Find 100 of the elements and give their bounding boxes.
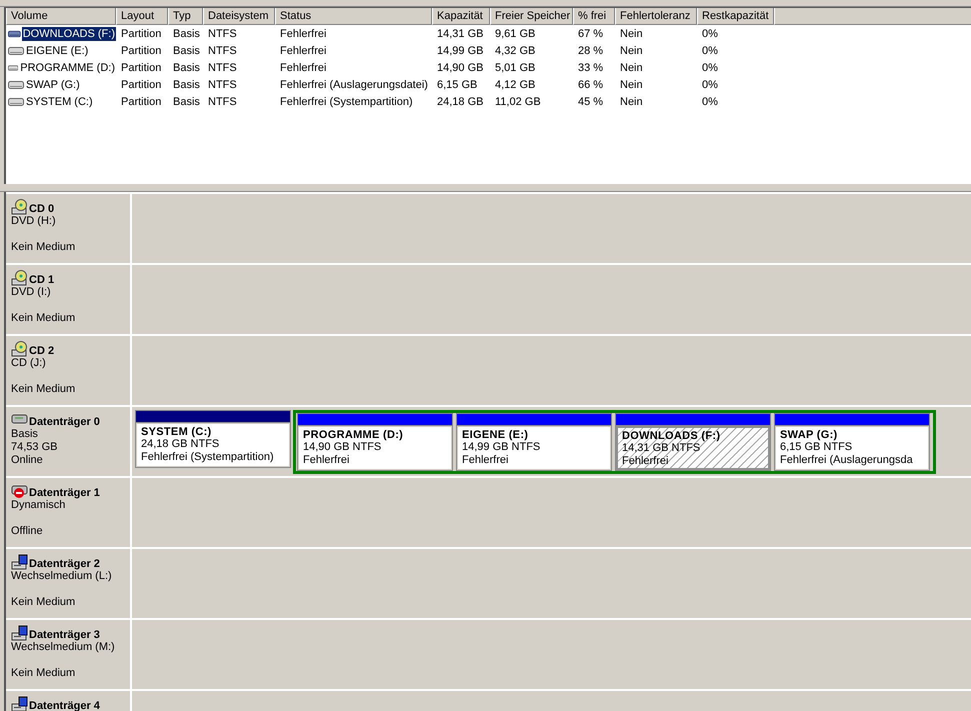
column-header[interactable]: Fehlertoleranz (615, 8, 697, 25)
table-cell-text: Basis (172, 28, 201, 40)
cd-drive-icon (11, 270, 29, 286)
disk-name: CD 2 (29, 345, 54, 357)
disk-name: Datenträger 1 (29, 487, 100, 499)
disk-name: CD 0 (29, 203, 54, 215)
table-cell-text: Partition (120, 96, 162, 108)
disk-name: Datenträger 4 (29, 700, 100, 711)
table-cell-text: Fehlerfrei (279, 44, 328, 56)
table-cell-text: 14,99 GB (436, 44, 484, 56)
column-header[interactable]: Status (275, 8, 432, 25)
partition-status: Fehlerfrei (Auslagerungsda (780, 454, 914, 467)
table-cell-text: 28 % (577, 44, 604, 56)
table-cell-text: Basis (172, 96, 201, 108)
disk-name: Datenträger 3 (29, 629, 100, 641)
disk-label-panel[interactable]: CD 2 CD (J:) Kein Medium (6, 336, 132, 405)
disk-status: Kein Medium (11, 312, 76, 325)
table-cell-text: Basis (172, 62, 201, 74)
partition-name: DOWNLOADS (F:) (622, 430, 722, 442)
table-cell-text: 45 % (577, 96, 604, 108)
volume-name[interactable]: SYSTEM (C:) (25, 94, 94, 108)
table-cell-text: 66 % (577, 78, 604, 90)
table-cell-text: NTFS (207, 96, 238, 108)
disk-info: CD (J:) (11, 357, 47, 370)
table-cell-text: Basis (172, 44, 201, 56)
table-cell-text: NTFS (207, 62, 238, 74)
disk-status: Kein Medium (11, 383, 76, 396)
disk-name: CD 1 (29, 274, 54, 286)
table-cell-text: Nein (619, 62, 644, 74)
removable-drive-icon (11, 625, 29, 641)
partition-size: 14,90 GB NTFS (303, 441, 382, 454)
table-cell-text: Partition (120, 44, 162, 56)
column-header[interactable]: Restkapazität (697, 8, 774, 25)
disk-status: Kein Medium (11, 596, 76, 609)
table-cell-text: Nein (619, 96, 644, 108)
table-cell-text: Nein (619, 28, 644, 40)
partition-size: 6,15 GB NTFS (780, 441, 854, 454)
column-header[interactable]: Dateisystem (203, 8, 275, 25)
disk-info: Wechselmedium (M:) (11, 641, 116, 654)
table-cell-text: Fehlerfrei (Auslagerungsdatei) (279, 78, 429, 90)
table-cell-text: Fehlerfrei (279, 62, 328, 74)
column-header[interactable]: Typ (168, 8, 203, 25)
disk-info: Dynamisch (11, 499, 66, 512)
disk-label-panel[interactable]: Datenträger 1 Dynamisch Offline (6, 478, 132, 547)
table-cell-text: NTFS (207, 44, 238, 56)
cd-drive-icon (11, 341, 29, 357)
column-header[interactable]: Layout (116, 8, 168, 25)
disk-status: Offline (11, 525, 44, 538)
partition-name: EIGENE (E:) (462, 429, 530, 441)
table-cell-text: 4,32 GB (494, 44, 536, 56)
table-cell-text: Nein (619, 78, 644, 90)
table-cell-text: 14,90 GB (436, 62, 484, 74)
table-cell-text: 5,01 GB (494, 62, 536, 74)
disk-offline-icon (11, 483, 29, 499)
table-cell-text: 67 % (577, 28, 604, 40)
disk-info: DVD (H:) (11, 215, 57, 228)
partition-status: Fehlerfrei (303, 454, 350, 467)
disk-info: DVD (I:) (11, 286, 52, 299)
table-cell-text: 0% (701, 44, 719, 56)
column-header[interactable]: Volume (6, 8, 116, 25)
table-cell-text: Partition (120, 62, 162, 74)
column-header[interactable]: % frei (573, 8, 615, 25)
disk-info: Wechselmedium (L:) (11, 570, 113, 583)
table-cell-text: Fehlerfrei (279, 28, 328, 40)
table-cell-text: NTFS (207, 28, 238, 40)
removable-drive-icon (11, 554, 29, 570)
volume-name[interactable]: EIGENE (E:) (25, 44, 90, 58)
partition-size: 14,99 GB NTFS (462, 441, 542, 454)
disk-label-panel[interactable]: Datenträger 2 Wechselmedium (L:) Kein Medium (6, 549, 132, 618)
volume-name[interactable]: PROGRAMME (D:) (19, 60, 116, 74)
disk-label-panel[interactable]: Datenträger 0 Basis 74,53 GB Online (6, 407, 132, 476)
disk-name: Datenträger 2 (29, 558, 100, 570)
partition-name: SWAP (G:) (780, 429, 838, 441)
disk-status: Online (11, 454, 44, 467)
table-cell-text: 0% (701, 96, 719, 108)
partition-status: Fehlerfrei (622, 455, 670, 468)
disk-label-panel[interactable]: Datenträger 4 (6, 691, 132, 711)
disk-info: Basis (11, 428, 39, 441)
table-cell-text: 33 % (577, 62, 604, 74)
disk-label-panel[interactable]: Datenträger 3 Wechselmedium (M:) Kein Medium (6, 620, 132, 689)
partition-status: Fehlerfrei (462, 454, 510, 467)
column-header[interactable]: Freier Speicher (490, 8, 573, 25)
disk-name: Datenträger 0 (29, 416, 100, 428)
table-cell-text: Basis (172, 78, 201, 90)
volume-name[interactable]: DOWNLOADS (F:) (22, 26, 116, 40)
table-cell-text: Partition (120, 78, 162, 90)
table-cell-text: 6,15 GB (436, 78, 478, 90)
table-cell-text: 0% (701, 62, 719, 74)
disk-label-panel[interactable]: CD 0 DVD (H:) Kein Medium (6, 194, 132, 263)
table-cell-text: 24,18 GB (436, 96, 484, 108)
disk-label-panel[interactable]: CD 1 DVD (I:) Kein Medium (6, 265, 132, 334)
column-header[interactable]: Kapazität (432, 8, 490, 25)
table-cell-text: Nein (619, 44, 644, 56)
partition-name: SYSTEM (C:) (141, 426, 213, 438)
table-cell-text: 0% (701, 28, 719, 40)
volume-name[interactable]: SWAP (G:) (25, 78, 81, 92)
table-cell-text: Partition (120, 28, 162, 40)
table-cell-text: NTFS (207, 78, 238, 90)
disk-status: Kein Medium (11, 241, 76, 254)
disk-status: Kein Medium (11, 667, 76, 680)
